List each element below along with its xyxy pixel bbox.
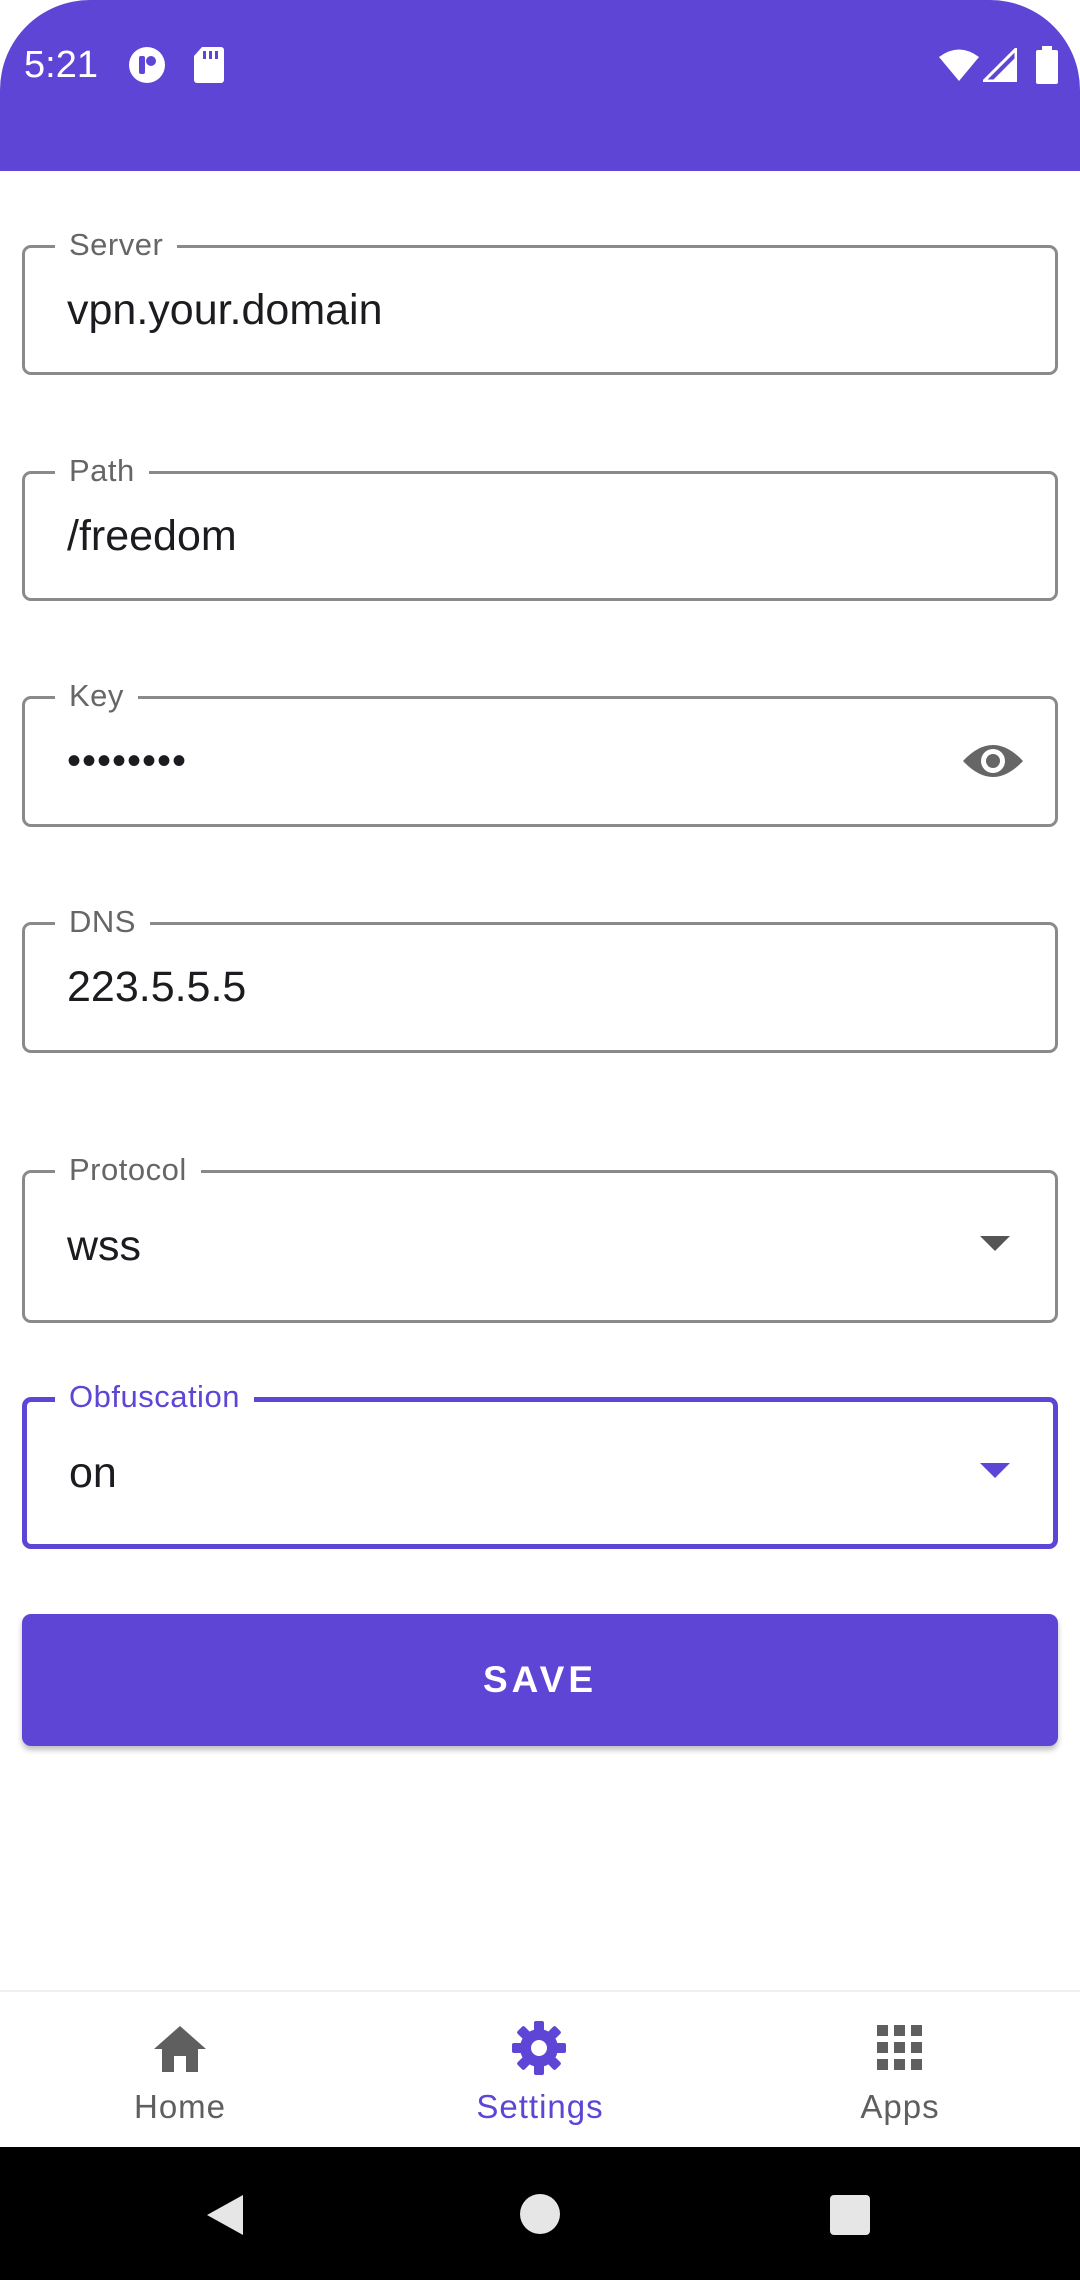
gear-icon: [511, 2020, 567, 2081]
wifi-icon: [938, 48, 980, 87]
server-field[interactable]: Server vpn.your.domain: [22, 225, 1058, 375]
notification-app-icon: [128, 46, 166, 89]
status-bar: 5:21: [0, 0, 1080, 171]
key-field[interactable]: Key ••••••••: [22, 676, 1058, 827]
nav-item-settings[interactable]: Settings: [360, 1992, 720, 2147]
recents-icon[interactable]: [829, 2194, 871, 2241]
obfuscation-value: on: [69, 1448, 117, 1497]
home-circle-icon[interactable]: [519, 2193, 561, 2240]
grid-icon: [877, 2025, 923, 2076]
status-time: 5:21: [24, 44, 98, 86]
sd-card-icon: [193, 46, 225, 89]
nav-item-apps[interactable]: Apps: [720, 1992, 1080, 2147]
home-icon: [152, 2024, 208, 2079]
back-icon[interactable]: [205, 2193, 245, 2242]
dns-value: 223.5.5.5: [67, 963, 247, 1011]
dropdown-arrow-icon[interactable]: [980, 1463, 1010, 1484]
dns-field[interactable]: DNS 223.5.5.5: [22, 902, 1058, 1053]
dropdown-arrow-icon[interactable]: [980, 1236, 1010, 1257]
nav-item-home[interactable]: Home: [0, 1992, 360, 2147]
bottom-navigation: Home Settings Apps: [0, 1990, 1080, 2147]
obfuscation-dropdown[interactable]: Obfuscation on: [22, 1377, 1058, 1549]
path-field[interactable]: Path /freedom: [22, 451, 1058, 601]
protocol-value: wss: [67, 1222, 142, 1270]
path-value: /freedom: [67, 511, 237, 560]
nav-label-apps: Apps: [860, 2088, 940, 2125]
nav-label-settings: Settings: [476, 2088, 604, 2125]
protocol-dropdown[interactable]: Protocol wss: [22, 1150, 1058, 1323]
server-value: vpn.your.domain: [67, 285, 383, 334]
battery-icon: [1036, 46, 1058, 89]
system-navigation-bar: [0, 2147, 1080, 2280]
nav-label-home: Home: [133, 2088, 227, 2125]
save-button[interactable]: SAVE: [22, 1614, 1058, 1746]
key-value: ••••••••: [67, 739, 188, 783]
eye-icon[interactable]: [961, 737, 1025, 790]
cell-signal-icon: [980, 45, 1018, 87]
